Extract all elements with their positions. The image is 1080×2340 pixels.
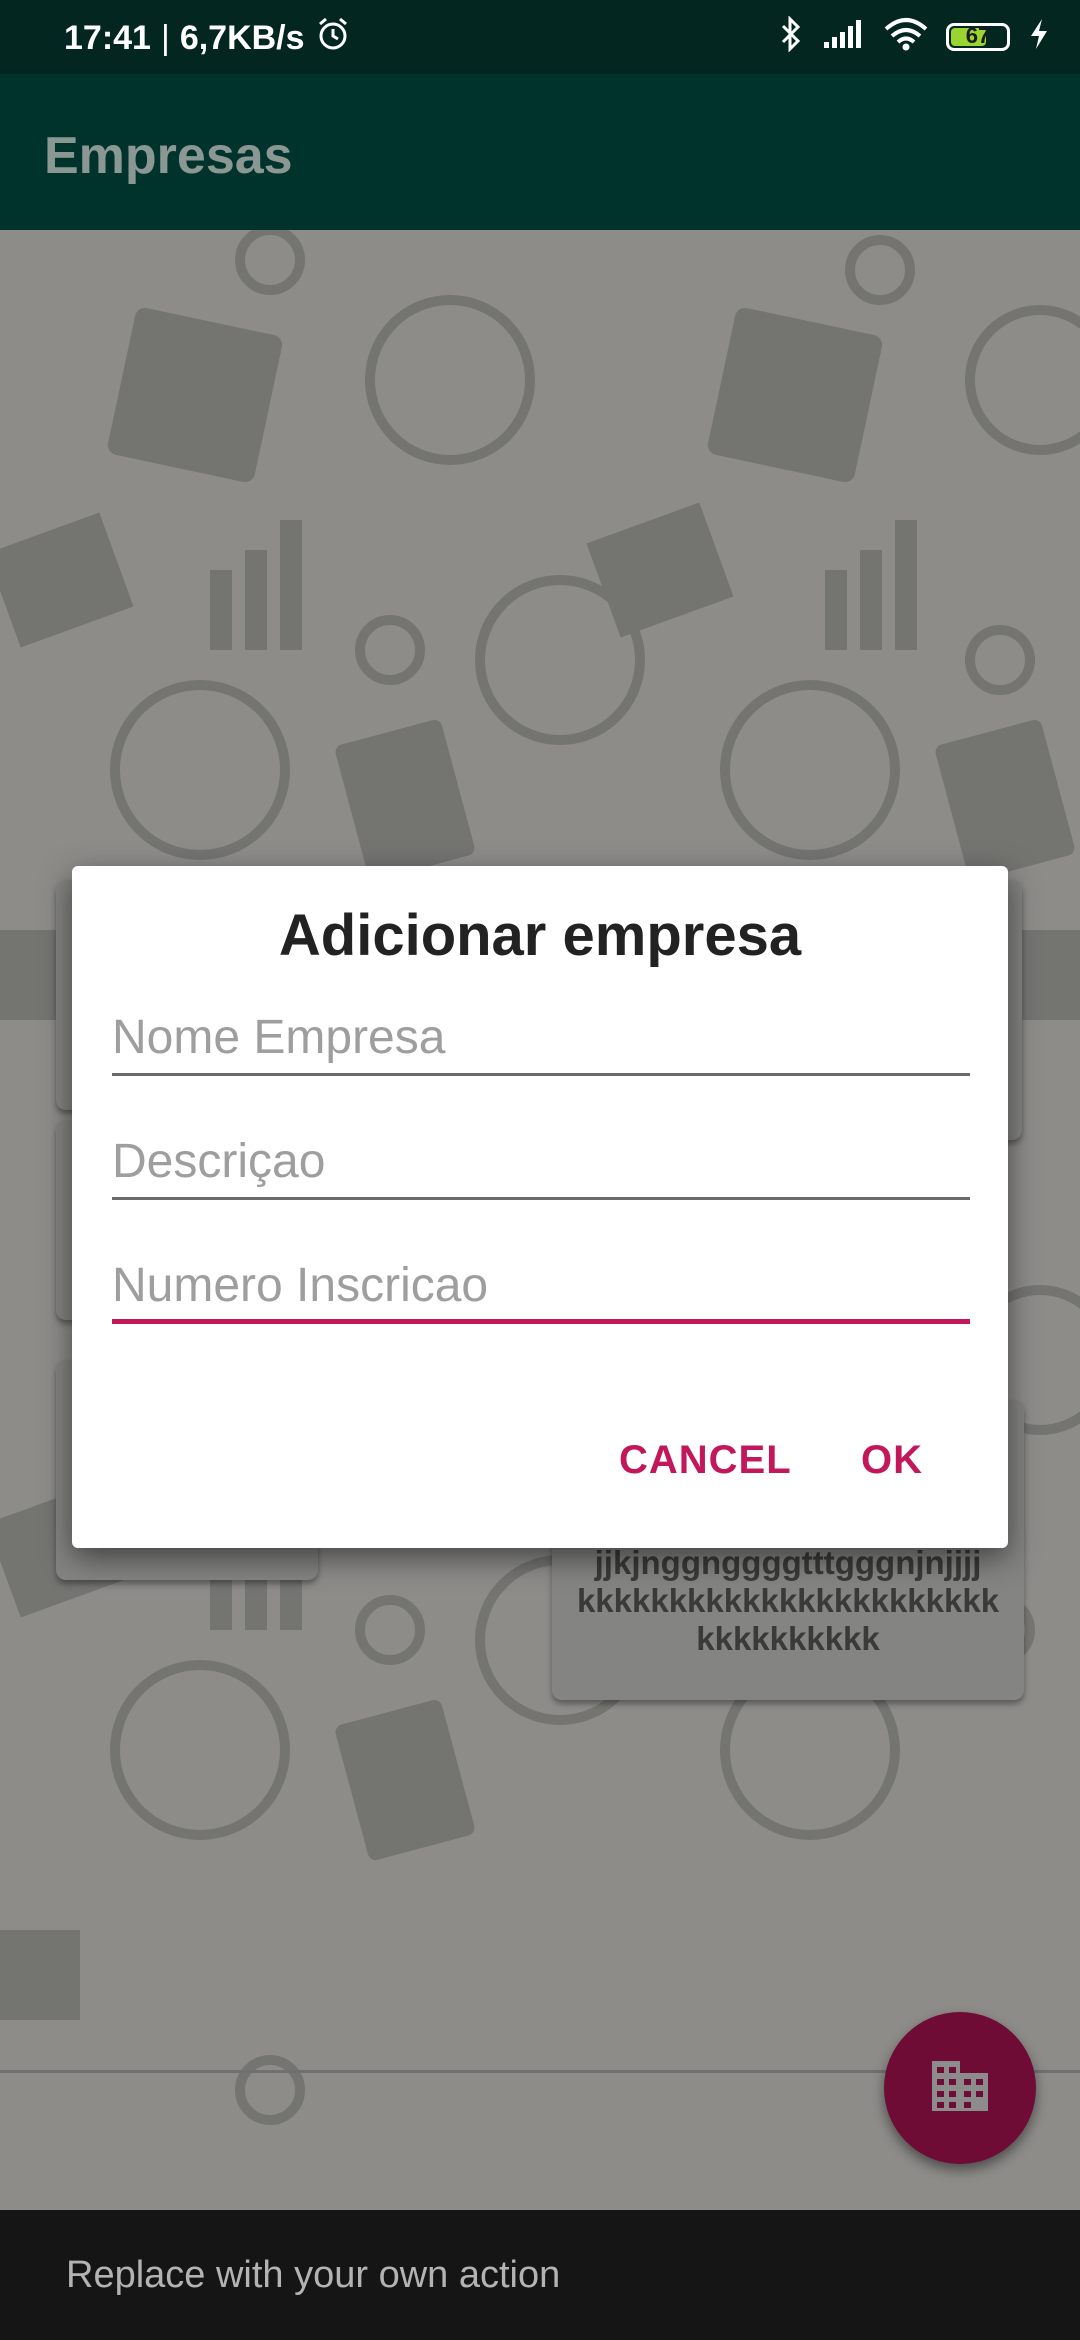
card-text-line: kkkkkkkkkk [696,1620,880,1657]
registration-number-field [112,1254,970,1324]
status-right: 67 [778,15,1050,57]
registration-number-input[interactable] [112,1254,970,1316]
status-bar: 17:41 | 6,7KB/s 67 [0,0,1080,74]
business-icon [930,2059,990,2118]
card-text-line: kkkkkkkkkkkkkkkkkkkkkkk [576,1582,1000,1619]
bluetooth-icon [778,15,804,57]
wifi-icon [884,17,928,56]
status-left: 17:41 | 6,7KB/s [64,16,351,61]
battery-level: 67 [965,22,991,48]
network-speed: 6,7KB/s [179,19,305,57]
field-underline [112,1073,970,1076]
card-description: jjkjnggnggggtttgggnjnjjjj kkkkkkkkkkkkkk… [552,1544,1024,1658]
page-title: Empresas [44,127,293,185]
dialog-title: Adicionar empresa [278,903,802,968]
battery-icon: 67 [946,22,1010,51]
card-text-line: jjkjnggnggggtttgggnjnjjjj [594,1544,982,1581]
company-name-input[interactable] [112,1006,970,1068]
add-company-dialog: Adicionar empresa CANCEL OK [72,866,1008,1548]
field-underline [112,1197,970,1200]
app-bar: Empresas [0,74,1080,230]
snackbar: Replace with your own action [0,2210,1080,2340]
ok-button[interactable]: OK [861,1438,923,1483]
description-field [112,1130,970,1200]
cancel-button[interactable]: CANCEL [619,1438,792,1483]
add-company-fab[interactable] [884,2012,1036,2164]
clock-time: 17:41 [64,19,151,57]
status-separator: | [160,19,170,57]
company-name-field [112,1006,970,1076]
signal-icon [822,18,866,55]
alarm-icon [315,16,351,61]
description-input[interactable] [112,1130,970,1192]
field-underline-focused [112,1319,970,1324]
charging-icon [1028,17,1050,56]
snackbar-message: Replace with your own action [66,2254,561,2296]
